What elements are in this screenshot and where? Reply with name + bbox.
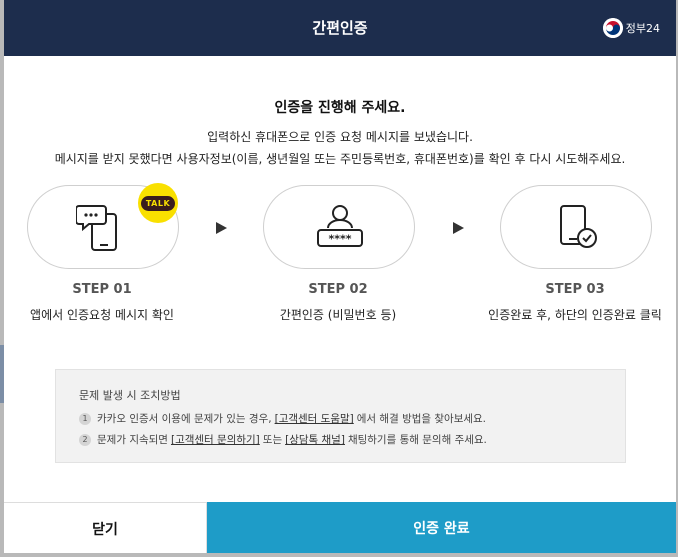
step-arrow-icon [453, 222, 464, 234]
help-item-1-number: 1 [79, 412, 91, 425]
help-title: 문제 발생 시 조치방법 [79, 389, 181, 402]
step-2-number: STEP 02 [308, 282, 368, 297]
consult-talk-channel-link[interactable]: [상담톡 채널] [285, 432, 345, 447]
troubleshooting-box: 문제 발생 시 조치방법 1 카카오 인증서 이용에 문제가 있는 경우, [고… [55, 369, 626, 463]
phone-message-icon [76, 205, 117, 251]
help-item-1-text-end: 에서 해결 방법을 찾아보세요. [356, 413, 487, 425]
step-3-number: STEP 03 [545, 282, 605, 297]
help-item-2: 2 문제가 지속되면 [고객센터 문의하기] 또는 [상담톡 채널] 채팅하기를… [79, 432, 487, 447]
step-3-description: 인증완료 후, 하단의 인증완료 클릭 [488, 308, 662, 322]
customer-center-inquiry-link[interactable]: [고객센터 문의하기] [171, 432, 260, 447]
svg-text:****: **** [328, 233, 351, 246]
phone-check-icon [560, 205, 597, 248]
help-item-2-number: 2 [79, 433, 91, 446]
step-3-card [500, 185, 652, 269]
gov24-logo-text: 정부24 [625, 22, 660, 35]
help-item-2-text-end: 채팅하기를 통해 문의해 주세요. [347, 434, 487, 446]
kakaotalk-badge-icon: TALK [138, 183, 178, 223]
step-arrow-icon [216, 222, 227, 234]
help-item-1-text: 카카오 인증서 이용에 문제가 있는 경우, [97, 413, 272, 425]
close-button[interactable]: 닫기 [4, 502, 207, 553]
help-item-2-text: 문제가 지속되면 [97, 434, 168, 446]
simple-auth-modal: 간편인증 정부24 인증을 진행해 주세요. 입력하신 휴대폰으로 인증 요청 … [4, 0, 676, 553]
user-password-icon: **** [317, 205, 363, 247]
help-item-2-text-mid: 또는 [262, 434, 283, 446]
step-2-card: **** [263, 185, 415, 269]
auth-complete-button[interactable]: 인증 완료 [207, 502, 676, 553]
step-2-description: 간편인증 (비밀번호 등) [279, 308, 397, 322]
step-1-number: STEP 01 [72, 282, 132, 297]
gov24-logo: 정부24 [602, 18, 660, 38]
taegeuk-emblem-icon [602, 18, 623, 38]
modal-header: 간편인증 정부24 [4, 0, 676, 56]
customer-center-help-link[interactable]: [고객센터 도움말] [275, 411, 354, 426]
intro-line-2: 메시지를 받지 못했다면 사용자정보(이름, 생년월일 또는 주민등록번호, 휴… [54, 152, 626, 166]
step-1-description: 앱에서 인증요청 메시지 확인 [30, 308, 174, 322]
talk-badge-label: TALK [140, 195, 176, 211]
intro-title: 인증을 진행해 주세요. [274, 100, 406, 116]
intro-line-1: 입력하신 휴대폰으로 인증 요청 메시지를 보냈습니다. [207, 130, 473, 144]
modal-title: 간편인증 [312, 19, 368, 37]
help-item-1: 1 카카오 인증서 이용에 문제가 있는 경우, [고객센터 도움말] 에서 해… [79, 411, 486, 426]
